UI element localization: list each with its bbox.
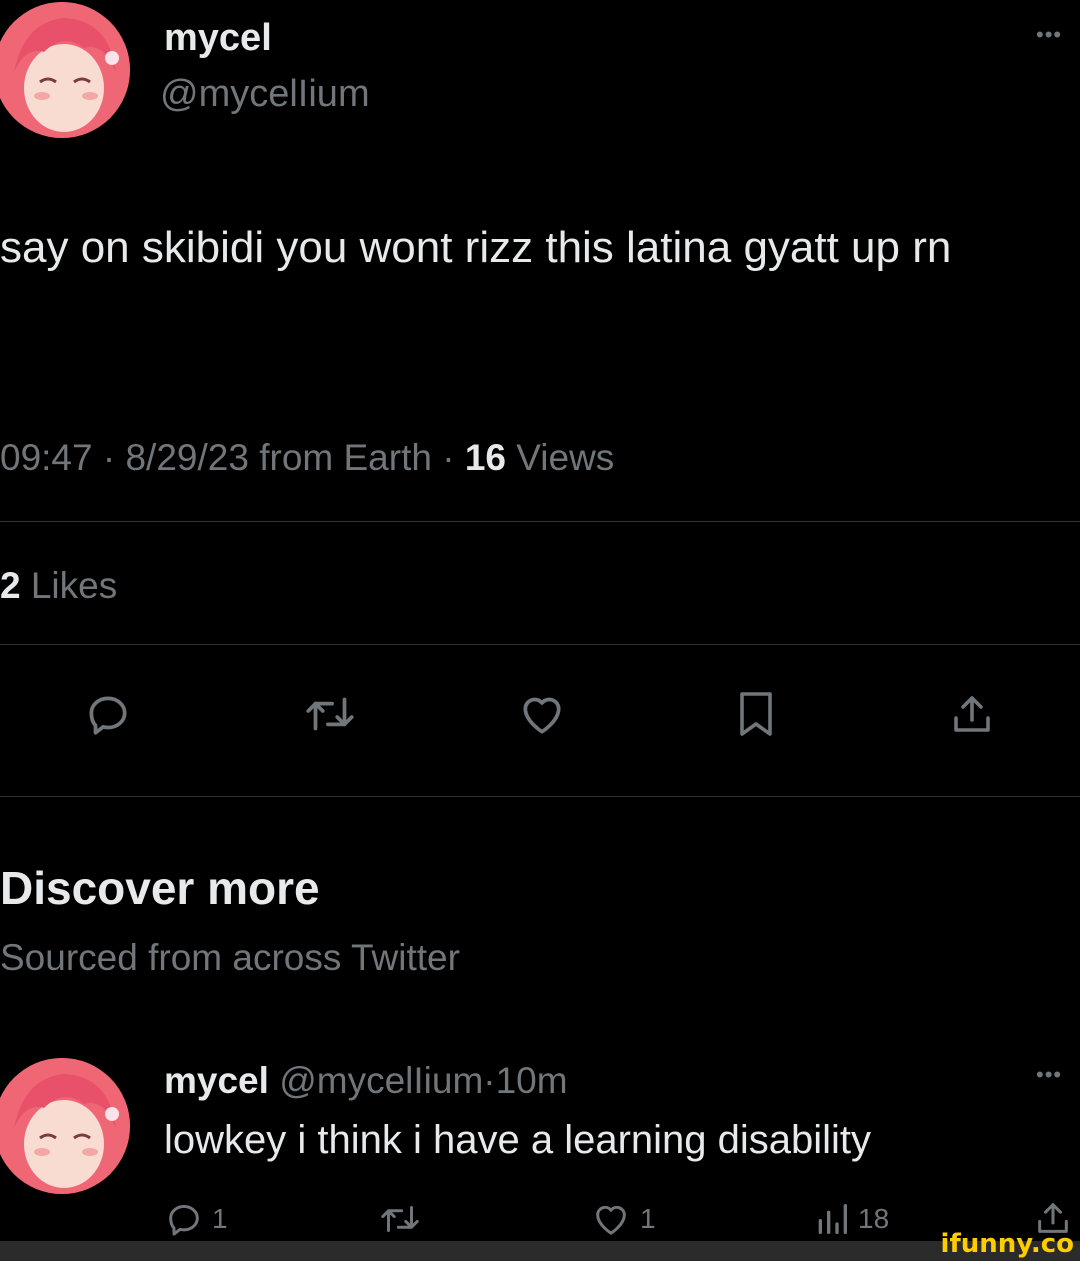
meta-separator: · — [483, 1060, 496, 1101]
like-count: 1 — [640, 1203, 656, 1234]
divider — [0, 796, 1080, 797]
retweet-icon — [306, 697, 354, 731]
user-handle[interactable]: @mycelIium — [160, 72, 370, 116]
reply-header: mycel @mycelIium·10m — [164, 1058, 568, 1104]
like-icon — [523, 697, 561, 734]
reply-more-options-icon[interactable]: ••• — [1036, 1062, 1062, 1088]
tweet-time[interactable]: 09:47 — [0, 437, 93, 478]
display-name[interactable]: mycel — [164, 16, 272, 60]
share-icon — [954, 696, 990, 732]
views-label: Views — [516, 437, 615, 478]
views-count: 18 — [858, 1203, 890, 1234]
discover-subtitle: Sourced from across Twitter — [0, 937, 460, 978]
reply-text: lowkey i think i have a learning disabil… — [164, 1118, 872, 1162]
reply-views-button[interactable]: 18 — [812, 1198, 922, 1240]
reply-handle[interactable]: @mycelIium — [279, 1060, 483, 1101]
watermark-bar — [0, 1241, 1080, 1261]
divider — [0, 644, 1080, 645]
bookmark-button[interactable] — [726, 684, 786, 744]
avatar-image — [0, 1058, 130, 1194]
tweet-text: say on skibidi you wont rizz this latina… — [0, 223, 952, 272]
bookmark-icon — [740, 692, 772, 736]
reply-icon — [169, 1205, 199, 1236]
meta-separator: · — [102, 437, 116, 478]
divider — [0, 521, 1080, 522]
meta-separator: · — [442, 437, 455, 478]
reply-count: 1 — [212, 1203, 228, 1234]
reply-display-name[interactable]: mycel — [164, 1060, 269, 1101]
ifunny-watermark: ifunny.co — [940, 1229, 1074, 1259]
likes-count: 2 — [0, 565, 21, 606]
retweet-button[interactable] — [295, 684, 365, 744]
retweet-icon — [381, 1206, 419, 1232]
tweet-meta: 09:47 · 8/29/23 from Earth · 16 Views — [0, 434, 614, 482]
avatar-image — [0, 2, 130, 138]
tweet-source: from Earth — [259, 437, 432, 478]
reply-time[interactable]: 10m — [496, 1060, 568, 1101]
views-count: 16 — [464, 437, 506, 478]
like-icon — [596, 1205, 626, 1235]
share-button[interactable] — [942, 684, 1002, 744]
avatar[interactable] — [0, 2, 130, 138]
discover-title: Discover more — [0, 862, 320, 914]
views-icon — [818, 1204, 847, 1234]
reply-icon — [89, 696, 127, 735]
reply-button[interactable] — [78, 684, 138, 744]
reply-reply-button[interactable]: 1 — [164, 1198, 254, 1240]
reply-like-button[interactable]: 1 — [590, 1198, 680, 1240]
more-options-icon[interactable]: ••• — [1036, 22, 1062, 48]
likes-label: Likes — [30, 565, 118, 606]
likes-stat[interactable]: 2 Likes — [0, 562, 117, 610]
tweet-date[interactable]: 8/29/23 — [125, 437, 248, 478]
reply-avatar[interactable] — [0, 1058, 130, 1194]
reply-retweet-button[interactable] — [370, 1198, 430, 1240]
like-button[interactable] — [510, 684, 574, 744]
